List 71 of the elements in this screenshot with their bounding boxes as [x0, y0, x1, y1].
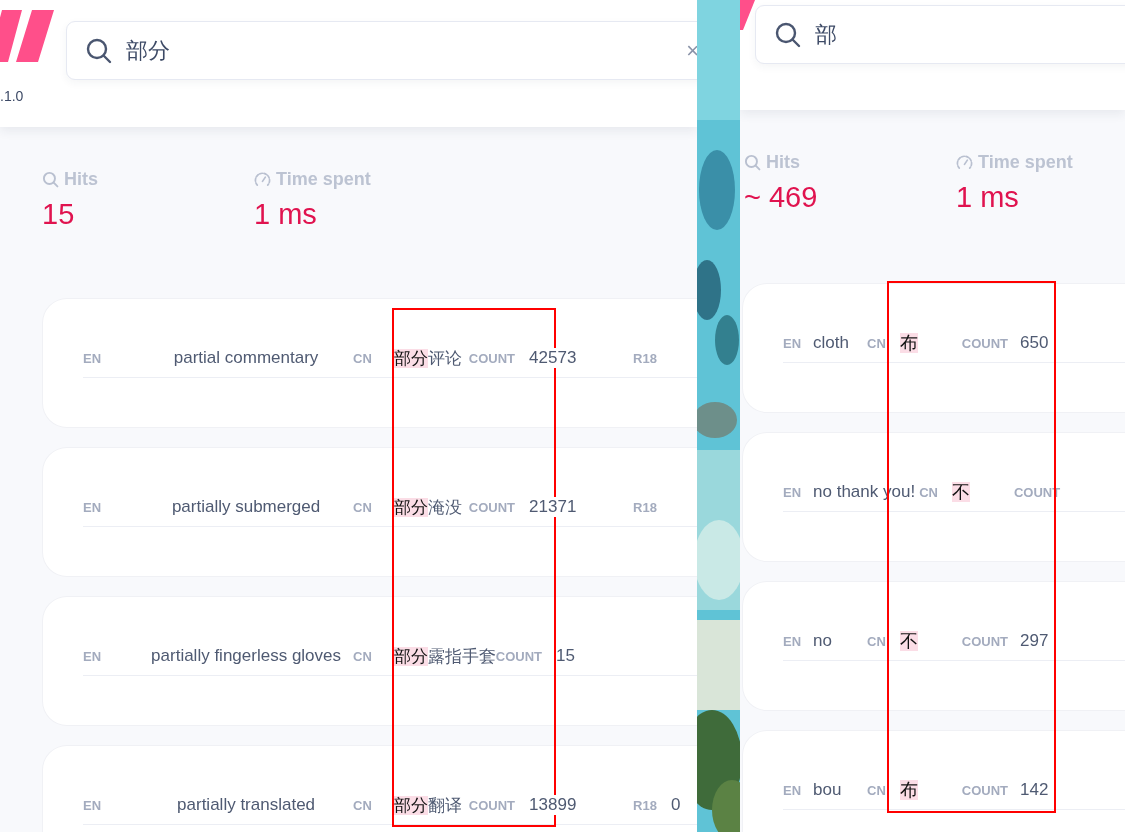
stat-value: 1 ms	[254, 198, 318, 231]
chinese-term: 翻译	[427, 795, 462, 815]
field-label: EN	[783, 633, 802, 649]
english-term: bou	[813, 780, 843, 800]
stat-value: 15	[42, 198, 76, 231]
field-label: COUNT	[468, 350, 516, 366]
english-term: partially submerged	[170, 497, 322, 517]
field-label: COUNT	[961, 633, 1009, 649]
result-card[interactable]: EN no CN 不 COUNT 297	[743, 582, 1125, 710]
matched-text: 不	[899, 631, 918, 651]
english-term: partially translated	[176, 795, 317, 815]
rating-tag: R18	[633, 499, 668, 515]
matched-text: 布	[899, 780, 918, 800]
search-icon	[744, 154, 761, 171]
field-label: EN	[83, 499, 102, 515]
english-term: partially fingerless gloves	[150, 646, 342, 666]
chinese-term: 评论	[427, 348, 462, 368]
field-label: CN	[353, 499, 372, 515]
stat-value: 1 ms	[956, 181, 1020, 214]
stat-value: ~ 469	[744, 181, 819, 214]
field-label: CN	[353, 648, 372, 664]
chinese-term: 淹没	[427, 497, 462, 517]
field-label: CN	[353, 797, 372, 813]
field-label: EN	[783, 782, 802, 798]
result-card[interactable]: EN partially fingerless gloves CN 部分露指手套COUNT 15	[43, 597, 697, 725]
field-label: CN	[867, 633, 886, 649]
stat-label: Time spent	[978, 152, 1073, 173]
field-label: CN	[867, 335, 886, 351]
field-label: CN	[919, 484, 938, 500]
search-icon	[42, 171, 59, 188]
speedometer-icon	[956, 154, 973, 171]
stat-label: Hits	[766, 152, 800, 173]
english-term: partial commentary	[172, 348, 320, 368]
search-text: 部	[815, 20, 838, 49]
field-label: EN	[83, 350, 102, 366]
result-card[interactable]: EN partial commentary CN 部分评论 COUNT 42573 R18	[43, 299, 697, 427]
field-label: COUNT	[468, 797, 516, 813]
english-term: cloth	[813, 333, 850, 353]
field-label: EN	[783, 484, 802, 500]
result-card[interactable]: EN cloth CN 布 COUNT 650	[743, 284, 1125, 412]
matched-text: 部分	[393, 497, 428, 517]
search-field[interactable]: 部分 ×	[66, 21, 697, 80]
stat-label: Hits	[64, 169, 98, 190]
field-label: COUNT	[961, 782, 1009, 798]
field-label: CN	[353, 350, 372, 366]
field-label: CN	[867, 782, 886, 798]
stat-label: Time spent	[276, 169, 371, 190]
rating-tag: R18	[633, 350, 668, 366]
result-card[interactable]: EN partially submerged CN 部分淹没 COUNT 21371 R18	[43, 448, 697, 576]
field-label: COUNT	[495, 648, 543, 664]
matched-text: 布	[899, 333, 918, 353]
speedometer-icon	[254, 171, 271, 188]
rating-tag: R18	[633, 797, 668, 813]
chinese-term: 露指手套	[427, 646, 496, 666]
field-label: EN	[83, 648, 102, 664]
matched-text: 部分	[393, 348, 428, 368]
search-icon	[775, 21, 801, 48]
matched-text: 部分	[393, 795, 428, 815]
search-icon	[86, 37, 112, 64]
matched-text: 不	[951, 482, 970, 502]
field-label: COUNT	[468, 499, 516, 515]
result-card[interactable]: EN bou CN 布 COUNT 142	[743, 731, 1125, 832]
field-label: COUNT	[961, 335, 1009, 351]
search-text: 部分	[126, 36, 171, 65]
field-label: EN	[83, 797, 102, 813]
result-card[interactable]: EN partially translated CN 部分翻译 COUNT 13899 R18 0	[43, 746, 697, 832]
version-label: .1.0	[0, 88, 25, 104]
english-term: no	[813, 631, 833, 651]
field-label: EN	[783, 335, 802, 351]
search-field[interactable]: 部	[755, 5, 1125, 64]
matched-text: 部分	[393, 646, 428, 666]
